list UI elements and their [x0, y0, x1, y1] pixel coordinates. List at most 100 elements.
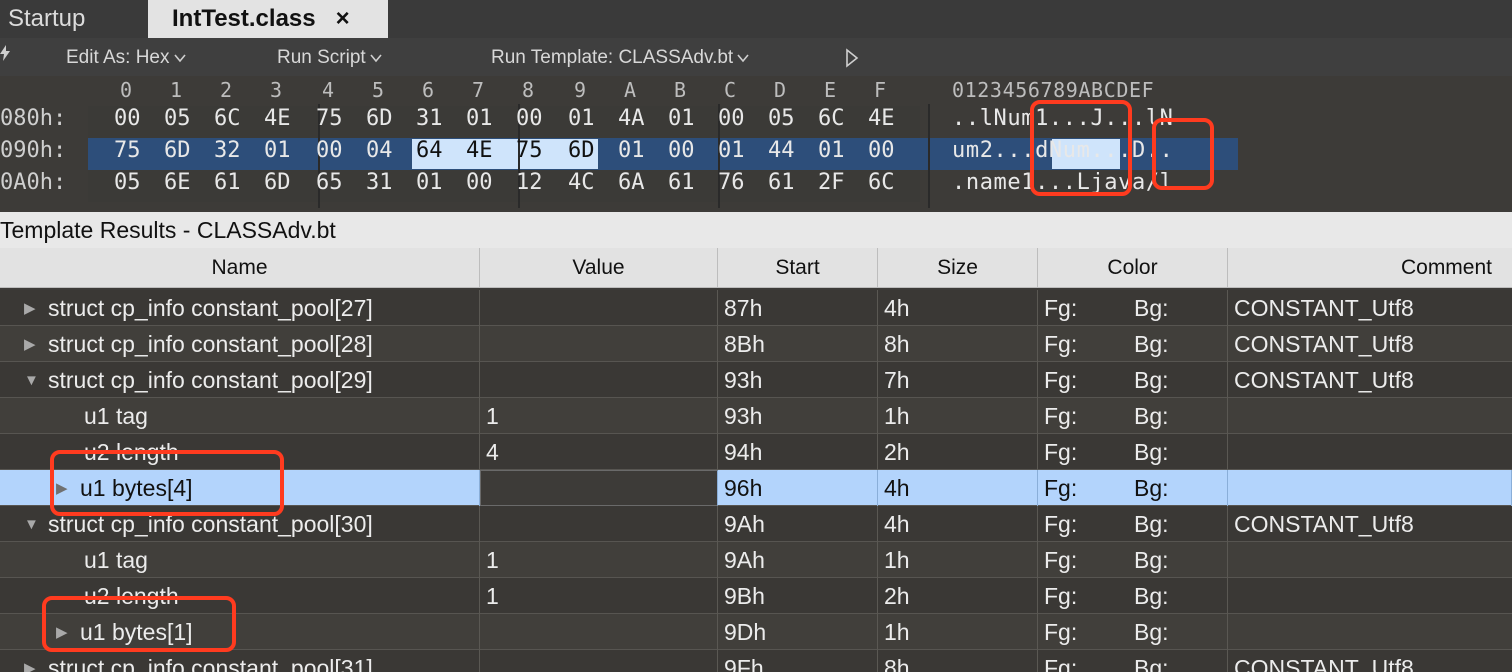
hex-byte[interactable]: 00 — [516, 106, 560, 131]
toolbar: Edit As: Hex Run Script Run Template: CL… — [0, 38, 1512, 76]
hex-byte[interactable]: 75 — [114, 138, 158, 163]
hex-byte[interactable]: 01 — [466, 106, 510, 131]
fg-label[interactable]: Fg: — [1044, 619, 1077, 646]
column-header-size[interactable]: Size — [878, 248, 1038, 288]
cell-comment: CONSTANT_Utf8 — [1234, 330, 1414, 357]
hex-byte[interactable]: 00 — [466, 170, 510, 195]
hex-byte[interactable]: 6D — [568, 138, 612, 163]
column-header-name[interactable]: Name — [0, 248, 480, 288]
run-template-dropdown[interactable]: Run Template: CLASSAdv.bt — [491, 47, 749, 69]
hex-byte[interactable]: 4E — [868, 106, 912, 131]
fg-label[interactable]: Fg: — [1044, 295, 1077, 322]
bg-label[interactable]: Bg: — [1134, 403, 1169, 430]
edit-as-dropdown[interactable]: Edit As: Hex — [66, 47, 186, 69]
hex-byte[interactable]: 31 — [366, 170, 410, 195]
fg-label[interactable]: Fg: — [1044, 655, 1077, 672]
disclosure-expanded-icon[interactable]: ▼ — [24, 372, 42, 389]
bg-label[interactable]: Bg: — [1134, 439, 1169, 466]
bg-label[interactable]: Bg: — [1134, 295, 1169, 322]
hex-byte[interactable]: 01 — [818, 138, 862, 163]
disclosure-expanded-icon[interactable]: ▼ — [24, 516, 42, 533]
fg-label[interactable]: Fg: — [1044, 403, 1077, 430]
hex-byte[interactable]: 05 — [164, 106, 208, 131]
hex-byte[interactable]: 4A — [618, 106, 662, 131]
hex-byte[interactable]: 4E — [466, 138, 510, 163]
column-header-start[interactable]: Start — [718, 248, 878, 288]
disclosure-collapsed-icon[interactable]: ▶ — [24, 659, 42, 672]
fg-label[interactable]: Fg: — [1044, 547, 1077, 574]
column-header-comment[interactable]: Comment — [1228, 248, 1512, 288]
fg-label[interactable]: Fg: — [1044, 367, 1077, 394]
hex-byte[interactable]: 65 — [316, 170, 360, 195]
hex-byte[interactable]: 32 — [214, 138, 258, 163]
hex-byte[interactable]: 00 — [868, 138, 912, 163]
hex-byte[interactable]: 4E — [264, 106, 308, 131]
hex-byte[interactable]: 6C — [868, 170, 912, 195]
hex-byte[interactable]: 2F — [818, 170, 862, 195]
hex-byte[interactable]: 61 — [768, 170, 812, 195]
bg-label[interactable]: Bg: — [1134, 475, 1169, 502]
hex-byte[interactable]: 76 — [718, 170, 762, 195]
tab-inttest-class[interactable]: IntTest.class × — [148, 0, 388, 38]
hex-byte[interactable]: 00 — [718, 106, 762, 131]
hex-byte[interactable]: 61 — [668, 170, 712, 195]
table-row[interactable]: ▼ struct cp_info constant_pool[29] 93h 7h Fg… — [0, 362, 1512, 398]
template-results-header: Name Value Start Size Color Comment — [0, 248, 1512, 288]
bg-label[interactable]: Bg: — [1134, 619, 1169, 646]
hex-byte[interactable]: 05 — [768, 106, 812, 131]
hex-byte[interactable]: 6C — [214, 106, 258, 131]
hex-byte[interactable]: 01 — [416, 170, 460, 195]
fg-label[interactable]: Fg: — [1044, 439, 1077, 466]
fg-label[interactable]: Fg: — [1044, 511, 1077, 538]
hex-byte[interactable]: 01 — [568, 106, 612, 131]
hex-byte[interactable]: 4C — [568, 170, 612, 195]
table-row[interactable]: ▶ struct cp_info constant_pool[27] 87h 4h Fg… — [0, 290, 1512, 326]
hex-byte[interactable]: 31 — [416, 106, 460, 131]
table-row[interactable]: u1 tag 1 9Ah 1h Fg: Bg: — [0, 542, 1512, 578]
table-row[interactable]: u1 tag 1 93h 1h Fg: Bg: — [0, 398, 1512, 434]
table-row[interactable]: ▶ struct cp_info constant_pool[31] 9Fh 8h Fg… — [0, 650, 1512, 672]
bg-label[interactable]: Bg: — [1134, 511, 1169, 538]
bg-label[interactable]: Bg: — [1134, 655, 1169, 672]
hex-byte[interactable]: 12 — [516, 170, 560, 195]
hex-byte[interactable]: 6D — [164, 138, 208, 163]
bg-label[interactable]: Bg: — [1134, 547, 1169, 574]
hex-byte[interactable]: 00 — [114, 106, 158, 131]
hex-byte[interactable]: 64 — [416, 138, 460, 163]
close-icon[interactable]: × — [336, 5, 350, 33]
run-script-dropdown[interactable]: Run Script — [277, 47, 382, 69]
fg-label[interactable]: Fg: — [1044, 475, 1077, 502]
hex-byte[interactable]: 01 — [618, 138, 662, 163]
play-icon[interactable] — [845, 48, 859, 68]
hex-byte[interactable]: 01 — [718, 138, 762, 163]
hex-byte[interactable]: 01 — [264, 138, 308, 163]
hex-byte[interactable]: 01 — [668, 106, 712, 131]
hex-byte[interactable]: 61 — [214, 170, 258, 195]
hex-byte[interactable]: 6A — [618, 170, 662, 195]
column-header-color[interactable]: Color — [1038, 248, 1228, 288]
hex-byte[interactable]: 75 — [516, 138, 560, 163]
fg-label[interactable]: Fg: — [1044, 583, 1077, 610]
disclosure-collapsed-icon[interactable]: ▶ — [24, 335, 42, 353]
hex-byte[interactable]: 6E — [164, 170, 208, 195]
hex-byte[interactable]: 05 — [114, 170, 158, 195]
hex-editor[interactable]: 0123456789ABCDEF 0123456789ABCDEF 080h: 0… — [0, 76, 1512, 210]
lightning-icon[interactable] — [0, 45, 10, 61]
tab-startup[interactable]: Startup — [0, 0, 148, 38]
hex-byte[interactable]: 6D — [264, 170, 308, 195]
fg-label[interactable]: Fg: — [1044, 331, 1077, 358]
column-header-value[interactable]: Value — [480, 248, 718, 288]
hex-byte[interactable]: 04 — [366, 138, 410, 163]
cell-comment: CONSTANT_Utf8 — [1234, 366, 1414, 393]
hex-byte[interactable]: 00 — [668, 138, 712, 163]
table-row[interactable]: ▶ struct cp_info constant_pool[28] 8Bh 8h Fg… — [0, 326, 1512, 362]
hex-byte[interactable]: 6D — [366, 106, 410, 131]
disclosure-collapsed-icon[interactable]: ▶ — [24, 299, 42, 317]
hex-byte[interactable]: 75 — [316, 106, 360, 131]
hex-byte[interactable]: 6C — [818, 106, 862, 131]
hex-byte[interactable]: 44 — [768, 138, 812, 163]
bg-label[interactable]: Bg: — [1134, 367, 1169, 394]
bg-label[interactable]: Bg: — [1134, 331, 1169, 358]
hex-byte[interactable]: 00 — [316, 138, 360, 163]
bg-label[interactable]: Bg: — [1134, 583, 1169, 610]
